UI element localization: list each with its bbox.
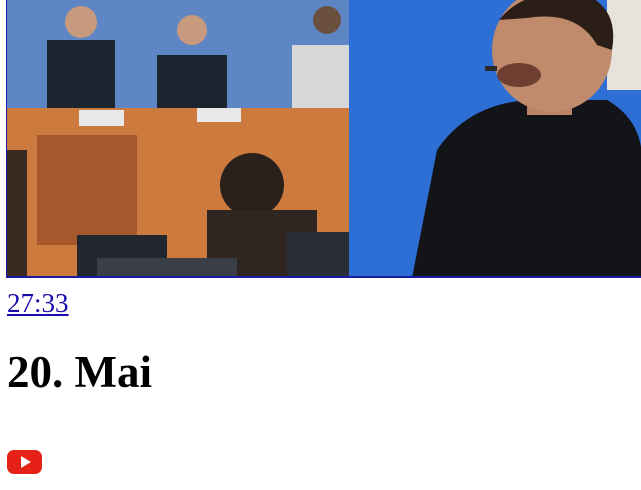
video-thumbnail (6, 0, 641, 278)
youtube-icon[interactable] (7, 448, 42, 476)
video-card: 27:33 20. Mai (0, 0, 641, 490)
video-duration-link[interactable]: 27:33 (7, 285, 69, 321)
video-title: 20. Mai (7, 347, 152, 397)
video-thumbnail-link[interactable] (6, 0, 641, 280)
